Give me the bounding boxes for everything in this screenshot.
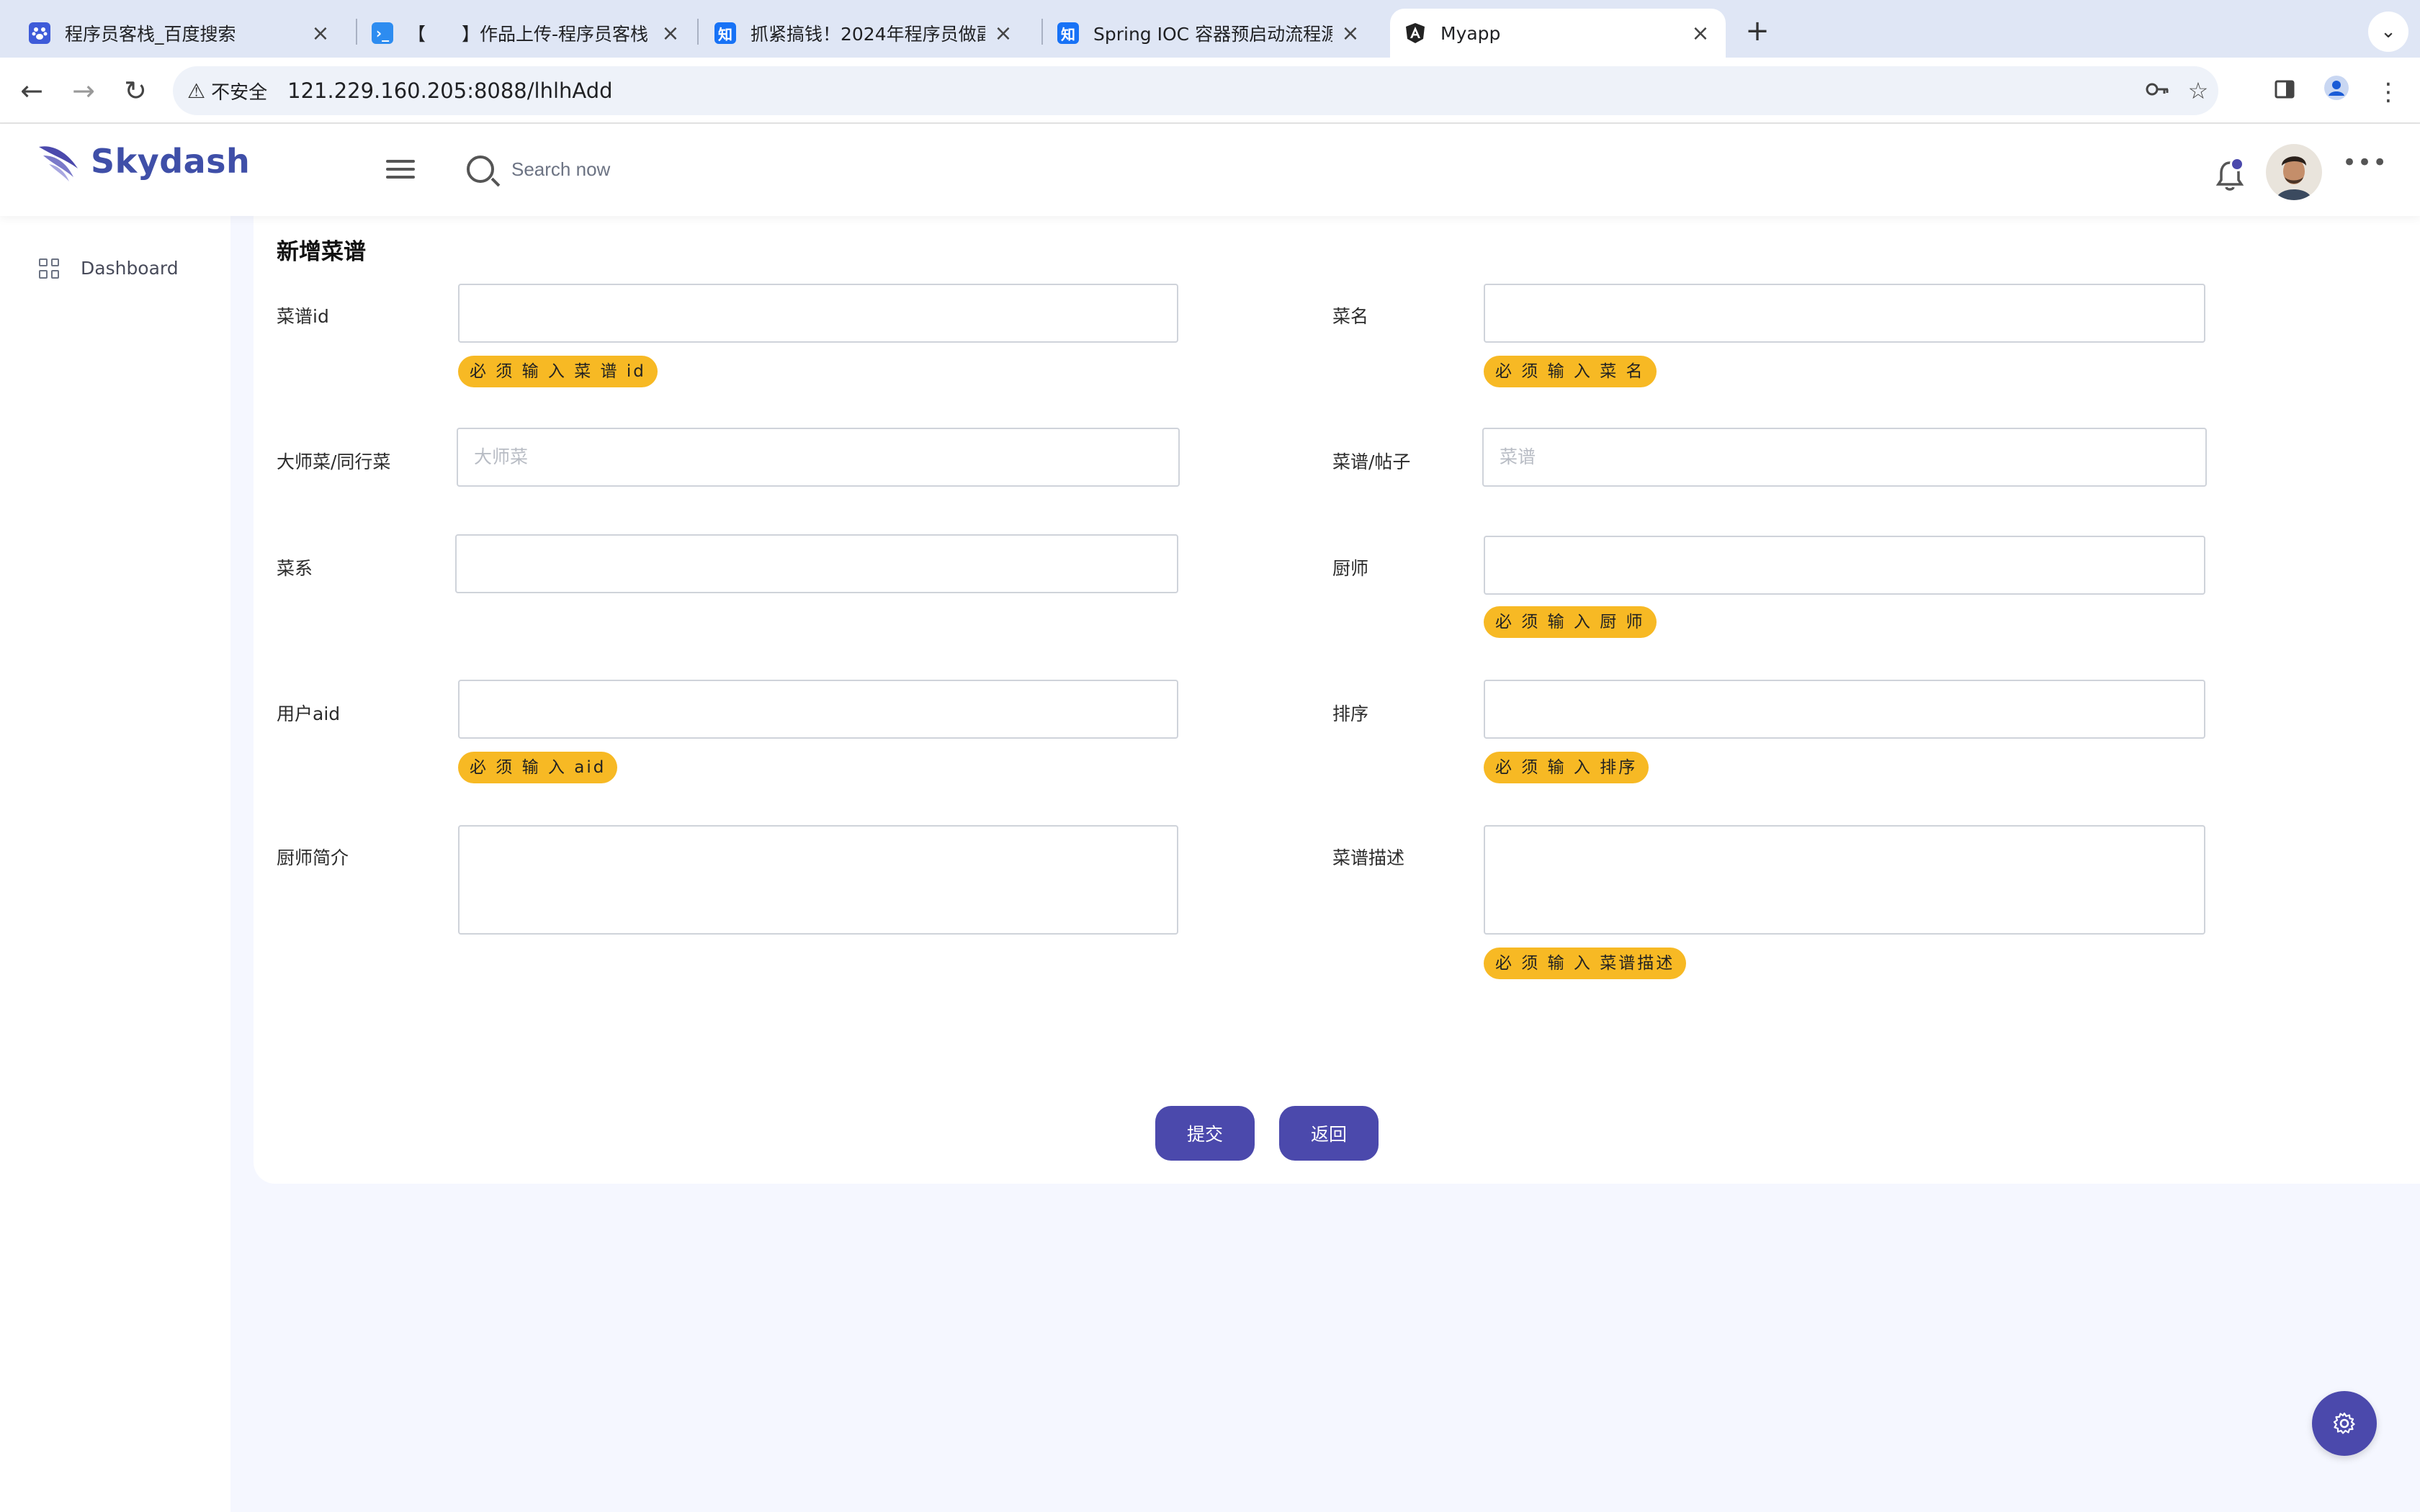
url-text[interactable]: 121.229.160.205:8088/lhlhAdd	[287, 78, 612, 103]
terminal-icon: ›_	[372, 22, 393, 44]
tab-myapp[interactable]: Myapp ×	[1390, 9, 1726, 58]
master-dish-label: 大师菜/同行菜	[277, 451, 391, 472]
app-header: Skydash •••	[0, 124, 2420, 216]
brand-name: Skydash	[91, 142, 251, 181]
recipe-id-warning-badge: 必 须 输 入 菜 谱 id	[458, 356, 658, 387]
avatar[interactable]	[2266, 144, 2322, 200]
back-arrow-icon[interactable]: ←	[10, 69, 53, 112]
search-icon[interactable]	[467, 156, 494, 183]
reload-icon[interactable]: ↻	[114, 69, 157, 112]
search-input[interactable]	[511, 158, 799, 181]
profile-icon[interactable]	[2319, 75, 2354, 109]
new-tab-button[interactable]: +	[1737, 12, 1778, 52]
chef-label: 厨师	[1332, 558, 1369, 579]
sidebar-item-dashboard[interactable]: Dashboard	[39, 258, 179, 279]
user-aid-input[interactable]	[458, 680, 1178, 739]
sidebar: Dashboard	[0, 216, 230, 1512]
tab-close-icon[interactable]: ×	[1340, 21, 1361, 46]
address-bar[interactable]: ⚠ 不安全 121.229.160.205:8088/lhlhAdd ☆	[173, 66, 2218, 115]
settings-button[interactable]	[2312, 1391, 2377, 1456]
gear-icon	[2333, 1412, 2355, 1434]
submit-button[interactable]: 提交	[1155, 1106, 1255, 1161]
browser-menu-icon[interactable]: ⋮	[2371, 75, 2406, 109]
bookmark-star-icon[interactable]: ☆	[2184, 76, 2213, 105]
cuisine-label: 菜系	[277, 558, 313, 579]
sort-order-input[interactable]	[1484, 680, 2205, 739]
skydash-logo-icon	[39, 146, 78, 181]
browser-tab-bar: 程序员客栈_百度搜索 × ›_ 【 】作品上传-程序员客栈 × 知 抓紧搞钱！2…	[0, 0, 2420, 58]
sort-order-warning-badge: 必 须 输 入 排序	[1484, 752, 1649, 783]
zhihu-icon: 知	[714, 22, 736, 44]
recipe-desc-textarea[interactable]	[1484, 825, 2205, 935]
tab-title: Myapp	[1440, 22, 1501, 44]
tab-title: Spring IOC 容器预启动流程源码	[1093, 24, 1332, 45]
tab-title: 【 】作品上传-程序员客栈	[408, 24, 649, 45]
side-panel-icon[interactable]	[2267, 75, 2302, 109]
user-aid-warning-badge: 必 须 输 入 aid	[458, 752, 618, 783]
recipe-id-label: 菜谱id	[277, 306, 329, 327]
tab-title: 抓紧搞钱！2024年程序员做副业	[750, 24, 985, 45]
recipe-desc-warning-badge: 必 须 输 入 菜谱描述	[1484, 948, 1687, 979]
angular-icon	[1404, 22, 1426, 44]
tab-spring-ioc[interactable]: 知 Spring IOC 容器预启动流程源码 ×	[1043, 9, 1376, 58]
tab-search-menu-icon[interactable]: ⌄	[2368, 12, 2408, 52]
user-aid-label: 用户aid	[277, 703, 341, 724]
tab-close-icon[interactable]: ×	[1690, 21, 1711, 46]
back-button[interactable]: 返回	[1279, 1106, 1379, 1161]
sidebar-toggle-icon[interactable]	[386, 160, 415, 181]
key-icon[interactable]	[2143, 76, 2172, 105]
tab-close-icon[interactable]: ×	[310, 21, 331, 46]
sort-order-label: 排序	[1332, 703, 1369, 724]
browser-toolbar: ← → ↻ ⚠ 不安全 121.229.160.205:8088/lhlhAdd…	[0, 58, 2420, 124]
tab-zhihu-side-job[interactable]: 知 抓紧搞钱！2024年程序员做副业 ×	[700, 9, 1028, 58]
chef-intro-label: 厨师简介	[277, 847, 349, 868]
dish-name-input[interactable]	[1484, 284, 2205, 343]
recipe-desc-label: 菜谱描述	[1332, 847, 1405, 868]
tab-baidu-search[interactable]: 程序员客栈_百度搜索 ×	[14, 9, 346, 58]
cuisine-input[interactable]	[455, 534, 1178, 593]
warning-triangle-icon: ⚠	[187, 78, 206, 103]
brand-logo[interactable]: Skydash	[36, 137, 250, 186]
tab-close-icon[interactable]: ×	[660, 21, 681, 46]
more-options-icon[interactable]: •••	[2342, 150, 2387, 184]
chef-input[interactable]	[1484, 536, 2205, 595]
security-status[interactable]: 不安全	[211, 78, 267, 104]
recipe-id-input[interactable]	[458, 284, 1178, 343]
chef-intro-textarea[interactable]	[458, 825, 1178, 935]
forward-arrow-icon[interactable]: →	[62, 69, 105, 112]
recipe-form-card: 新增菜谱 菜谱id 必 须 输 入 菜 谱 id 菜名 必 须 输 入 菜 名 …	[254, 216, 2420, 1184]
recipe-post-input[interactable]	[1482, 428, 2207, 487]
chef-warning-badge: 必 须 输 入 厨 师	[1484, 606, 1657, 638]
header-search	[467, 156, 799, 183]
tab-upload-work[interactable]: ›_ 【 】作品上传-程序员客栈 ×	[357, 9, 696, 58]
tab-title: 程序员客栈_百度搜索	[65, 24, 236, 45]
tab-close-icon[interactable]: ×	[992, 21, 1014, 46]
dish-name-warning-badge: 必 须 输 入 菜 名	[1484, 356, 1657, 387]
baidu-paw-icon	[29, 22, 50, 44]
sidebar-item-label: Dashboard	[81, 258, 179, 279]
zhihu-icon: 知	[1057, 22, 1079, 44]
notification-dot	[2230, 157, 2244, 171]
page-title: 新增菜谱	[277, 239, 366, 265]
dish-name-label: 菜名	[1332, 306, 1369, 327]
master-dish-input[interactable]	[457, 428, 1180, 487]
recipe-post-label: 菜谱/帖子	[1332, 451, 1411, 472]
grid-icon	[39, 258, 59, 279]
